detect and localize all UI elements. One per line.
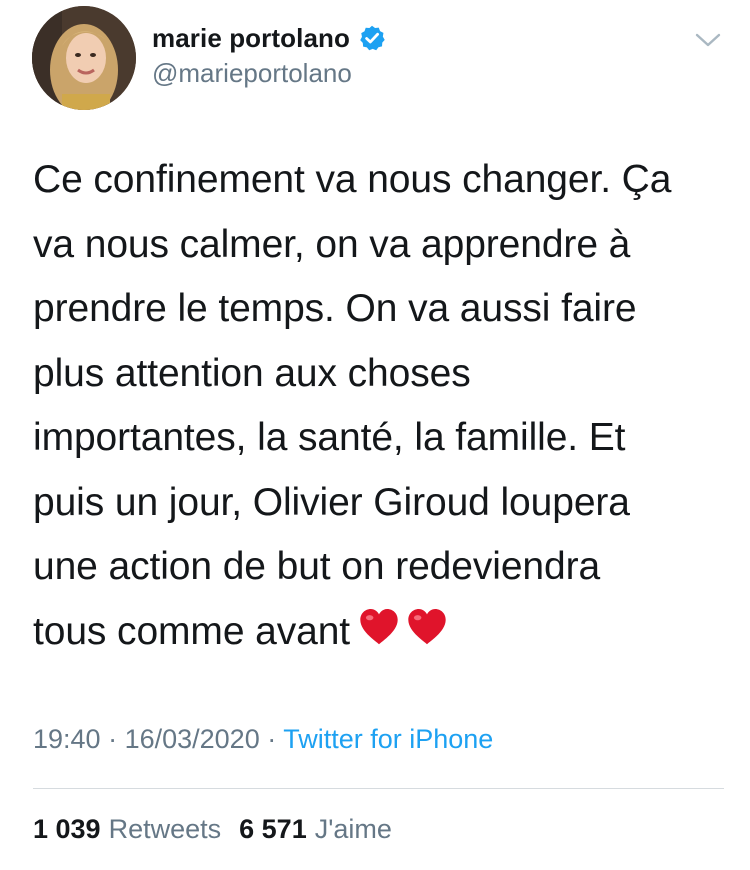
verified-badge-icon: [358, 24, 386, 52]
tweet-meta: 19:40 · 16/03/2020 · Twitter for iPhone: [33, 724, 493, 755]
tweet-date[interactable]: 16/03/2020: [125, 724, 260, 754]
likes-stat[interactable]: 6 571 J'aime: [239, 814, 392, 844]
tweet-header: marie portolano @marieportolano: [0, 0, 750, 120]
chevron-down-icon[interactable]: [693, 28, 723, 52]
hearts: [356, 604, 452, 650]
meta-separator: ·: [259, 724, 284, 754]
tweet-stats: 1 039 Retweets 6 571 J'aime: [33, 814, 392, 845]
meta-separator: ·: [100, 724, 125, 754]
tweet-line: va nous calmer, on va apprendre à: [33, 222, 631, 266]
retweets-label: Retweets: [108, 814, 222, 844]
display-name[interactable]: marie portolano: [152, 23, 350, 54]
divider: [33, 788, 724, 789]
tweet-line: plus attention aux choses: [33, 351, 471, 395]
tweet-line: une action de but on redeviendra: [33, 545, 601, 588]
tweet-source-link[interactable]: Twitter for iPhone: [283, 724, 493, 754]
user-handle[interactable]: @marieportolano: [152, 58, 352, 89]
retweets-stat[interactable]: 1 039 Retweets: [33, 814, 221, 844]
tweet-line: tous comme avant: [33, 609, 351, 653]
tweet-line: Ce confinement va nous changer. Ça: [33, 158, 672, 201]
red-heart-emoji: [404, 604, 450, 650]
tweet-time[interactable]: 19:40: [33, 724, 101, 754]
likes-label: J'aime: [314, 814, 392, 844]
tweet-line: puis un jour, Olivier Giroud loupera: [33, 480, 630, 524]
tweet-line: importantes, la santé, la famille. Et: [33, 416, 626, 459]
name-row: marie portolano: [152, 22, 386, 54]
avatar[interactable]: [32, 6, 136, 110]
retweets-count: 1 039: [33, 814, 101, 844]
likes-count: 6 571: [239, 814, 307, 844]
red-heart-emoji: [356, 604, 402, 650]
tweet-line: prendre le temps. On va aussi faire: [33, 287, 637, 330]
tweet-text: Ce confinement va nous changer. Ça va no…: [33, 148, 733, 664]
